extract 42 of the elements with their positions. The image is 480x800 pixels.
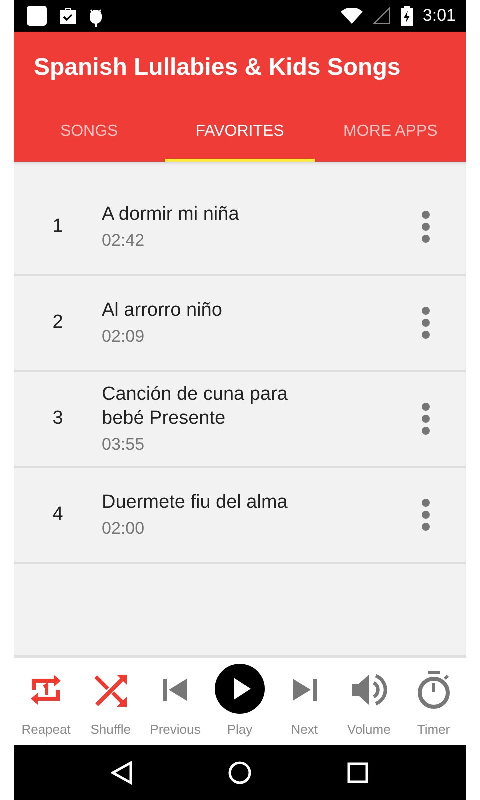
status-time: 3:01 (422, 6, 456, 26)
song-duration: 02:00 (102, 519, 146, 539)
briefcase-icon (58, 7, 78, 25)
volume-button[interactable]: Volume (336, 666, 402, 745)
home-icon[interactable] (228, 760, 252, 784)
track-number: 4 (52, 504, 64, 526)
song-duration: 02:42 (102, 231, 146, 251)
back-icon[interactable] (111, 760, 134, 784)
signal-icon (372, 7, 391, 25)
shuffle-button[interactable]: Shuffle (78, 666, 144, 745)
song-duration: 03:55 (102, 435, 146, 455)
shuffle-icon (92, 672, 129, 708)
wifi-icon (340, 8, 363, 24)
song-title: Duermete fiu del alma (102, 491, 289, 515)
more-options-icon[interactable] (422, 403, 430, 435)
song-row[interactable]: 4 Duermete fiu del alma 02:00 (14, 468, 466, 564)
app-icon (26, 5, 48, 27)
song-duration: 02:09 (102, 327, 146, 347)
next-button[interactable]: Next (272, 666, 337, 745)
recents-icon[interactable] (346, 762, 369, 784)
play-icon (215, 664, 266, 714)
app-title: Spanish Lullabies & Kids Songs (33, 53, 402, 83)
track-number: 2 (52, 312, 64, 334)
repeat-button[interactable]: Reapeat (14, 666, 79, 745)
tab[interactable]: MORE APPS (315, 112, 466, 162)
song-title: Canción de cuna para bebé Presente (102, 383, 289, 431)
more-options-icon[interactable] (422, 499, 430, 531)
battery-icon (400, 6, 413, 26)
track-number: 3 (52, 408, 64, 430)
timer-icon (416, 671, 452, 709)
song-row[interactable]: 1 A dormir mi niña 02:42 (14, 180, 466, 276)
song-row[interactable]: 2 Al arrorro niño 02:09 (14, 276, 466, 372)
previous-button[interactable]: Previous (143, 666, 208, 745)
timer-button[interactable]: Timer (401, 666, 466, 745)
play-button[interactable]: Play (208, 666, 272, 745)
song-row[interactable]: 3 Canción de cuna para bebé Presente 03:55 (14, 372, 466, 468)
tab[interactable]: SONGS (14, 112, 165, 162)
track-number: 1 (52, 216, 64, 238)
more-options-icon[interactable] (422, 307, 430, 339)
more-options-icon[interactable] (422, 211, 430, 243)
song-title: Al arrorro niño (102, 299, 224, 323)
song-title: A dormir mi niña (102, 203, 240, 227)
